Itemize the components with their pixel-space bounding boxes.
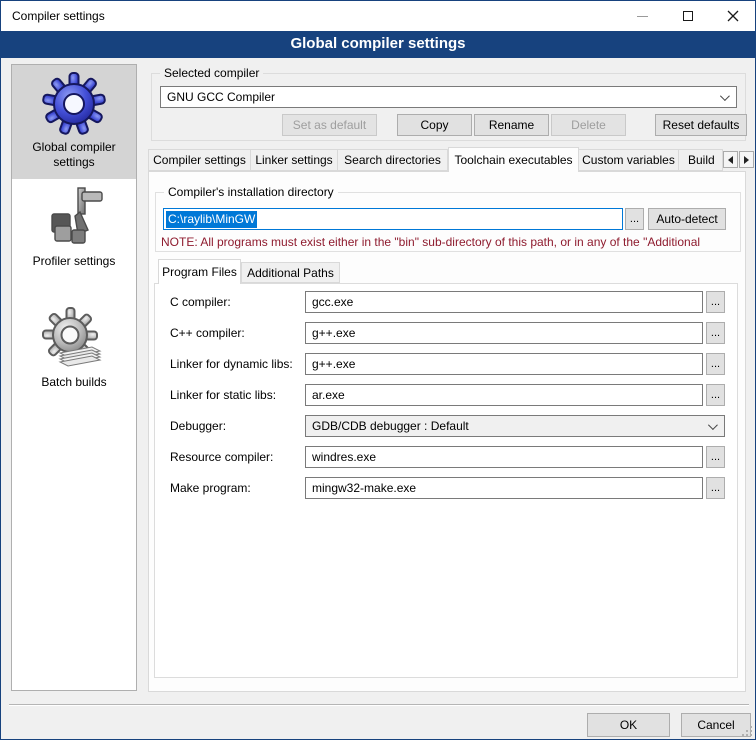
tab-custom-variables[interactable]: Custom variables [579,149,679,171]
static-linker-input[interactable]: ar.exe [305,384,703,406]
make-program-browse-button[interactable]: ... [706,477,725,499]
resource-compiler-row: Resource compiler: windres.exe ... [155,446,737,470]
settings-category-list: Global compiler settings Profile [11,64,137,691]
cpp-compiler-value: g++.exe [312,326,355,340]
resource-compiler-label: Resource compiler: [170,450,273,464]
dynamic-linker-row: Linker for dynamic libs: g++.exe ... [155,353,737,377]
cpp-compiler-browse-button[interactable]: ... [706,322,725,344]
static-linker-label: Linker for static libs: [170,388,276,402]
compiler-select-value: GNU GCC Compiler [167,90,275,104]
toolchain-executables-panel: Compiler's installation directory C:\ray… [148,171,746,692]
dynamic-linker-input[interactable]: g++.exe [305,353,703,375]
minimize-button[interactable] [620,1,665,31]
resource-compiler-input[interactable]: windres.exe [305,446,703,468]
make-program-value: mingw32-make.exe [312,481,416,495]
selected-compiler-group: Selected compiler GNU GCC Compiler Set a… [151,73,746,141]
c-compiler-browse-button[interactable]: ... [706,291,725,313]
installation-directory-value: C:\raylib\MinGW [166,211,257,228]
delete-button[interactable]: Delete [551,114,626,136]
gray-gear-stack-icon [42,307,106,371]
installation-directory-note: NOTE: All programs must exist either in … [161,235,745,249]
window-title: Compiler settings [12,1,105,31]
resize-grip[interactable] [742,726,753,737]
tab-compiler-settings[interactable]: Compiler settings [148,149,251,171]
sidebar-item-label: Profiler settings [33,254,116,268]
window-controls [620,1,755,31]
cancel-button[interactable]: Cancel [681,713,751,737]
make-program-label: Make program: [170,481,251,495]
installation-directory-group: Compiler's installation directory C:\ray… [155,192,741,252]
static-linker-row: Linker for static libs: ar.exe ... [155,384,737,408]
debugger-select[interactable]: GDB/CDB debugger : Default [305,415,725,437]
group-legend: Compiler's installation directory [164,185,338,199]
program-files-panel: C compiler: gcc.exe ... C++ compiler: g+… [154,283,738,678]
resource-compiler-browse-button[interactable]: ... [706,446,725,468]
sidebar-item-batch-builds[interactable]: Batch builds [12,300,136,399]
ok-button[interactable]: OK [587,713,670,737]
tab-linker-settings[interactable]: Linker settings [251,149,338,171]
debugger-row: Debugger: GDB/CDB debugger : Default [155,415,737,439]
dynamic-linker-label: Linker for dynamic libs: [170,357,293,371]
rename-button[interactable]: Rename [474,114,549,136]
right-arrow-icon [744,156,749,164]
cpp-compiler-row: C++ compiler: g++.exe ... [155,322,737,346]
sidebar-item-label: Global compiler settings [32,140,115,169]
reset-defaults-button[interactable]: Reset defaults [655,114,747,136]
make-program-row: Make program: mingw32-make.exe ... [155,477,737,501]
chevron-down-icon [708,420,718,430]
tab-scroll-left-button[interactable] [723,151,738,168]
close-button[interactable] [710,1,755,31]
sidebar-item-label: Batch builds [41,375,106,389]
left-arrow-icon [728,156,733,164]
compiler-select[interactable]: GNU GCC Compiler [160,86,737,108]
installation-directory-browse-button[interactable]: ... [625,208,644,230]
c-compiler-input[interactable]: gcc.exe [305,291,703,313]
c-compiler-label: C compiler: [170,295,231,309]
maximize-button[interactable] [665,1,710,31]
static-linker-browse-button[interactable]: ... [706,384,725,406]
debugger-label: Debugger: [170,419,226,433]
cpp-compiler-input[interactable]: g++.exe [305,322,703,344]
group-legend: Selected compiler [160,66,263,80]
subtab-additional-paths[interactable]: Additional Paths [241,262,340,283]
set-as-default-button[interactable]: Set as default [282,114,377,136]
debugger-value: GDB/CDB debugger : Default [312,419,469,433]
static-linker-value: ar.exe [312,388,345,402]
blue-gear-icon [42,72,106,136]
installation-directory-input[interactable]: C:\raylib\MinGW [163,208,623,230]
dynamic-linker-value: g++.exe [312,357,355,371]
c-compiler-value: gcc.exe [312,295,353,309]
make-program-input[interactable]: mingw32-make.exe [305,477,703,499]
c-compiler-row: C compiler: gcc.exe ... [155,291,737,315]
dynamic-linker-browse-button[interactable]: ... [706,353,725,375]
tab-build-options[interactable]: Build [679,149,723,171]
chevron-down-icon [720,91,730,101]
compiler-settings-window: Compiler settings Global compiler settin… [0,0,756,740]
copy-button[interactable]: Copy [397,114,472,136]
maximize-icon [683,11,693,21]
resource-compiler-value: windres.exe [312,450,376,464]
title-bar[interactable]: Compiler settings [1,1,755,31]
tab-toolchain-executables[interactable]: Toolchain executables [448,147,579,172]
tab-scroll-right-button[interactable] [739,151,754,168]
caliper-icon [42,186,106,250]
dialog-header: Global compiler settings [1,31,755,58]
footer-divider [9,704,749,706]
tab-search-directories[interactable]: Search directories [338,149,448,171]
close-icon [727,10,739,22]
subtab-program-files[interactable]: Program Files [158,259,241,284]
cpp-compiler-label: C++ compiler: [170,326,245,340]
auto-detect-button[interactable]: Auto-detect [648,208,726,230]
minimize-icon [637,16,648,17]
sidebar-item-global-compiler-settings[interactable]: Global compiler settings [12,65,136,179]
sidebar-item-profiler-settings[interactable]: Profiler settings [12,179,136,278]
